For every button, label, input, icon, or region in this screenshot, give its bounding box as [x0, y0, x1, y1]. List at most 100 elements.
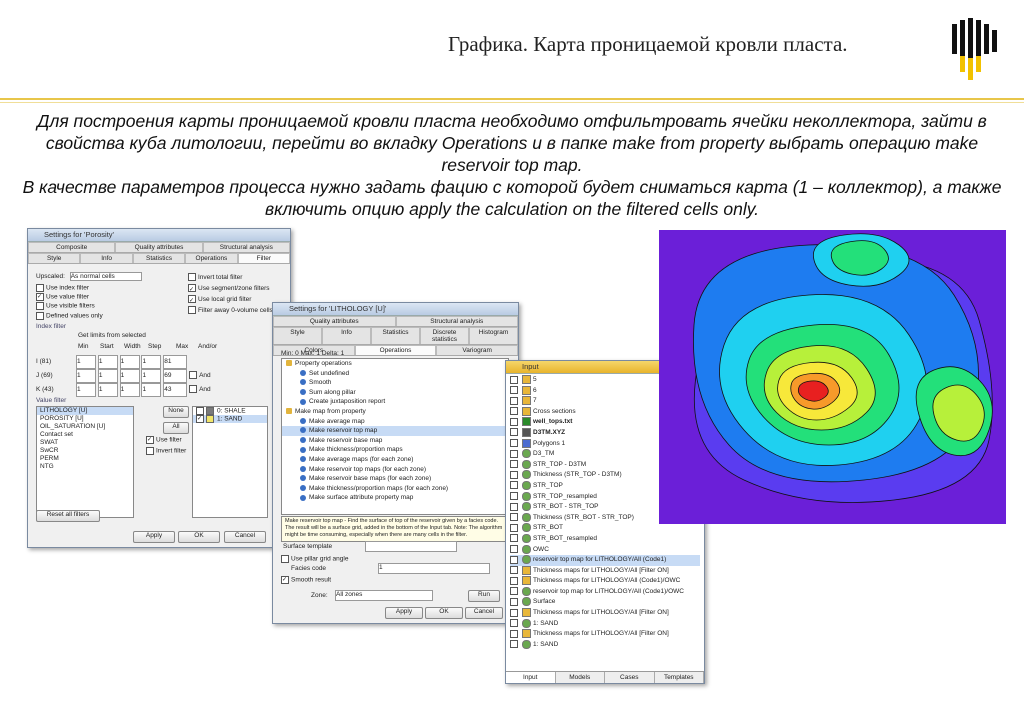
- list-item[interactable]: OIL_SATURATION [U]: [37, 423, 133, 431]
- apply-button[interactable]: Apply: [133, 531, 175, 543]
- tab-info[interactable]: Info: [80, 253, 133, 263]
- smooth-result-checkbox[interactable]: Smooth result: [281, 576, 331, 584]
- tab-input[interactable]: Input: [506, 672, 556, 683]
- visibility-checkbox[interactable]: [510, 460, 518, 469]
- list-item[interactable]: SWAT: [37, 439, 133, 447]
- visibility-checkbox[interactable]: [510, 534, 518, 543]
- tree-item[interactable]: Sum along pillar: [282, 388, 508, 398]
- tab-quality-attributes[interactable]: Quality attributes: [273, 316, 396, 326]
- tree-item[interactable]: Make reservoir base map: [282, 436, 508, 446]
- tab-style[interactable]: Style: [273, 327, 322, 344]
- invert-filter-checkbox[interactable]: Invert filter: [146, 447, 186, 455]
- tree-item[interactable]: Make map from property: [282, 407, 508, 417]
- tab-cases[interactable]: Cases: [605, 672, 655, 683]
- tree-item[interactable]: Create juxtaposition report: [282, 397, 508, 407]
- tree-item[interactable]: STR_BOT: [510, 523, 700, 534]
- visibility-checkbox[interactable]: [510, 597, 518, 606]
- value-filter-list[interactable]: LITHOLOGY [U] POROSITY [U] OIL_SATURATIO…: [36, 406, 134, 518]
- use-pillar-angle-checkbox[interactable]: Use pillar grid angle: [281, 555, 348, 563]
- tree-item[interactable]: Make reservoir base maps (for each zone): [282, 474, 508, 484]
- ok-button[interactable]: OK: [425, 607, 463, 619]
- tree-item[interactable]: Property operations: [282, 359, 508, 369]
- tab-operations[interactable]: Operations: [185, 253, 238, 263]
- visibility-checkbox[interactable]: [510, 587, 518, 596]
- tab-composite[interactable]: Composite: [28, 242, 116, 252]
- list-item[interactable]: POROSITY [U]: [37, 415, 133, 423]
- visibility-checkbox[interactable]: [510, 640, 518, 649]
- invert-total-filter-checkbox[interactable]: Invert total filter: [188, 272, 273, 283]
- list-item[interactable]: NTG: [37, 463, 133, 471]
- use-segment-zone-filters-checkbox[interactable]: Use segment/zone filters: [188, 283, 273, 294]
- tree-item[interactable]: Make surface attribute property map: [282, 493, 508, 503]
- use-visible-filters-checkbox[interactable]: Use visible filters: [36, 302, 103, 311]
- tree-item[interactable]: Thickness maps for LITHOLOGY/All [Filter…: [510, 629, 700, 640]
- tab-operations[interactable]: Operations: [354, 345, 437, 355]
- visibility-checkbox[interactable]: [510, 629, 518, 638]
- use-value-filter-checkbox[interactable]: Use value filter: [36, 293, 103, 302]
- zone-select[interactable]: All zones: [335, 590, 433, 601]
- tree-item[interactable]: reservoir top map for LITHOLOGY/All (Cod…: [510, 586, 700, 598]
- tree-item[interactable]: Thickness maps for LITHOLOGY/All [Filter…: [510, 608, 700, 619]
- tree-item[interactable]: Thickness maps for LITHOLOGY/All (Code1)…: [510, 576, 700, 587]
- visibility-checkbox[interactable]: [510, 396, 518, 405]
- visibility-checkbox[interactable]: [510, 555, 518, 564]
- visibility-checkbox[interactable]: [510, 407, 518, 416]
- tab-models[interactable]: Models: [556, 672, 605, 683]
- tree-item[interactable]: 1: SAND: [510, 618, 700, 630]
- visibility-checkbox[interactable]: [510, 566, 518, 575]
- tab-structural-analysis[interactable]: Structural analysis: [395, 316, 518, 326]
- visibility-checkbox[interactable]: [510, 439, 518, 448]
- tree-item[interactable]: Set undefined: [282, 369, 508, 379]
- visibility-checkbox[interactable]: [510, 513, 518, 522]
- tree-item[interactable]: Make thickness/proportion maps: [282, 445, 508, 455]
- ok-button[interactable]: OK: [178, 531, 220, 543]
- run-button[interactable]: Run: [468, 590, 500, 602]
- visibility-checkbox[interactable]: [510, 523, 518, 532]
- tree-item[interactable]: Thickness maps for LITHOLOGY/All [Filter…: [510, 565, 700, 577]
- none-button[interactable]: None: [163, 406, 189, 418]
- tab-filter[interactable]: Filter: [237, 253, 290, 263]
- tree-item[interactable]: Make average map: [282, 417, 508, 427]
- cancel-button[interactable]: Cancel: [465, 607, 503, 619]
- tree-item[interactable]: Make average maps (for each zone): [282, 455, 508, 465]
- tree-item[interactable]: Make reservoir top maps (for each zone): [282, 465, 508, 475]
- facies-list[interactable]: 0: SHALE 1: SAND: [192, 406, 268, 518]
- tab-templates[interactable]: Templates: [655, 672, 704, 683]
- tree-item[interactable]: OWC: [510, 544, 700, 556]
- visibility-checkbox[interactable]: [510, 502, 518, 511]
- use-index-filter-checkbox[interactable]: Use index filter: [36, 284, 103, 293]
- tree-item[interactable]: Make reservoir top map: [282, 426, 508, 436]
- visibility-checkbox[interactable]: [510, 417, 518, 426]
- tab-statistics[interactable]: Statistics: [132, 253, 186, 263]
- tab-variogram[interactable]: Variogram: [436, 345, 518, 355]
- tab-quality-attributes[interactable]: Quality attributes: [115, 242, 203, 252]
- visibility-checkbox[interactable]: [510, 375, 518, 384]
- surface-template-field[interactable]: [365, 541, 457, 552]
- defined-values-only-checkbox[interactable]: Defined values only: [36, 311, 103, 321]
- all-button[interactable]: All: [163, 422, 189, 434]
- tab-info[interactable]: Info: [322, 327, 371, 344]
- tab-structural-analysis[interactable]: Structural analysis: [202, 242, 290, 252]
- operations-tree[interactable]: Property operations Set undefined Smooth Su…: [281, 358, 509, 515]
- visibility-checkbox[interactable]: [510, 545, 518, 553]
- list-item[interactable]: PERM: [37, 455, 133, 463]
- list-item[interactable]: Contact set: [37, 431, 133, 439]
- visibility-checkbox[interactable]: [510, 619, 518, 628]
- visibility-checkbox[interactable]: [510, 576, 518, 585]
- facies-item[interactable]: 1: SAND: [193, 415, 267, 423]
- tree-item[interactable]: Make thickness/proportion maps (for each…: [282, 484, 508, 494]
- visibility-checkbox[interactable]: [510, 386, 518, 395]
- tree-item[interactable]: 1: SAND: [510, 639, 700, 651]
- filter-away-zero-volume-checkbox[interactable]: Filter away 0-volume cells: [188, 305, 273, 316]
- tree-item[interactable]: Smooth: [282, 378, 508, 388]
- upscaled-select[interactable]: As normal cells: [69, 272, 142, 281]
- use-filter-checkbox[interactable]: Use filter: [146, 436, 182, 444]
- visibility-checkbox[interactable]: [510, 608, 518, 617]
- visibility-checkbox[interactable]: [510, 449, 518, 458]
- list-item[interactable]: LITHOLOGY [U]: [37, 407, 133, 415]
- facies-code-input[interactable]: 1: [378, 563, 490, 574]
- tree-item[interactable]: Surface: [510, 597, 700, 608]
- tree-item[interactable]: STR_BOT_resampled: [510, 533, 700, 545]
- tab-discrete-statistics[interactable]: Discrete statistics: [420, 327, 469, 344]
- facies-item[interactable]: 0: SHALE: [193, 407, 267, 415]
